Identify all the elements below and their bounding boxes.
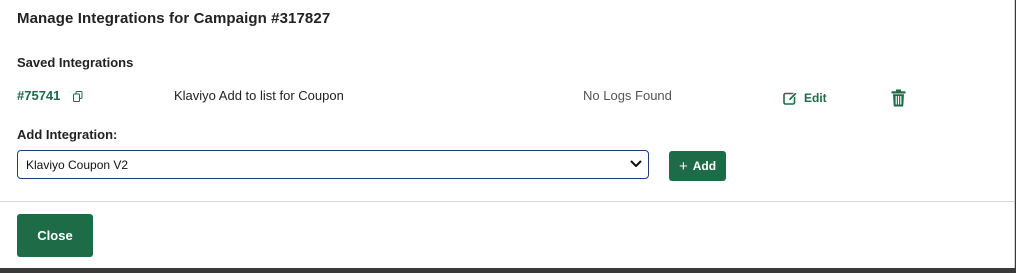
close-button[interactable]: Close bbox=[17, 214, 93, 257]
saved-integration-row: #75741 Klaviyo Add to list for Coupon No… bbox=[0, 86, 1014, 110]
modal-title: Manage Integrations for Campaign #317827 bbox=[17, 10, 331, 27]
plus-icon: + bbox=[678, 157, 688, 175]
add-integration-label: Add Integration: bbox=[17, 127, 118, 142]
add-button-label: Add bbox=[692, 159, 717, 173]
modal-footer-divider bbox=[0, 201, 1014, 202]
integration-select-value: Klaviyo Coupon V2 bbox=[26, 158, 129, 172]
integration-select[interactable]: Klaviyo Coupon V2 bbox=[17, 150, 649, 179]
edit-label: Edit bbox=[804, 91, 827, 105]
integration-name: Klaviyo Add to list for Coupon bbox=[174, 88, 344, 103]
pencil-square-icon bbox=[783, 91, 798, 105]
add-integration-button[interactable]: + Add bbox=[669, 151, 726, 181]
copy-icon[interactable] bbox=[73, 91, 83, 102]
integration-id-link[interactable]: #75741 bbox=[17, 88, 60, 103]
trash-icon[interactable] bbox=[891, 89, 906, 107]
edit-integration-button[interactable]: Edit bbox=[783, 89, 827, 107]
integration-logs-status: No Logs Found bbox=[583, 88, 672, 103]
chevron-down-icon bbox=[630, 160, 642, 167]
saved-integrations-heading: Saved Integrations bbox=[17, 55, 134, 70]
manage-integrations-modal: Manage Integrations for Campaign #317827… bbox=[0, 0, 1015, 268]
